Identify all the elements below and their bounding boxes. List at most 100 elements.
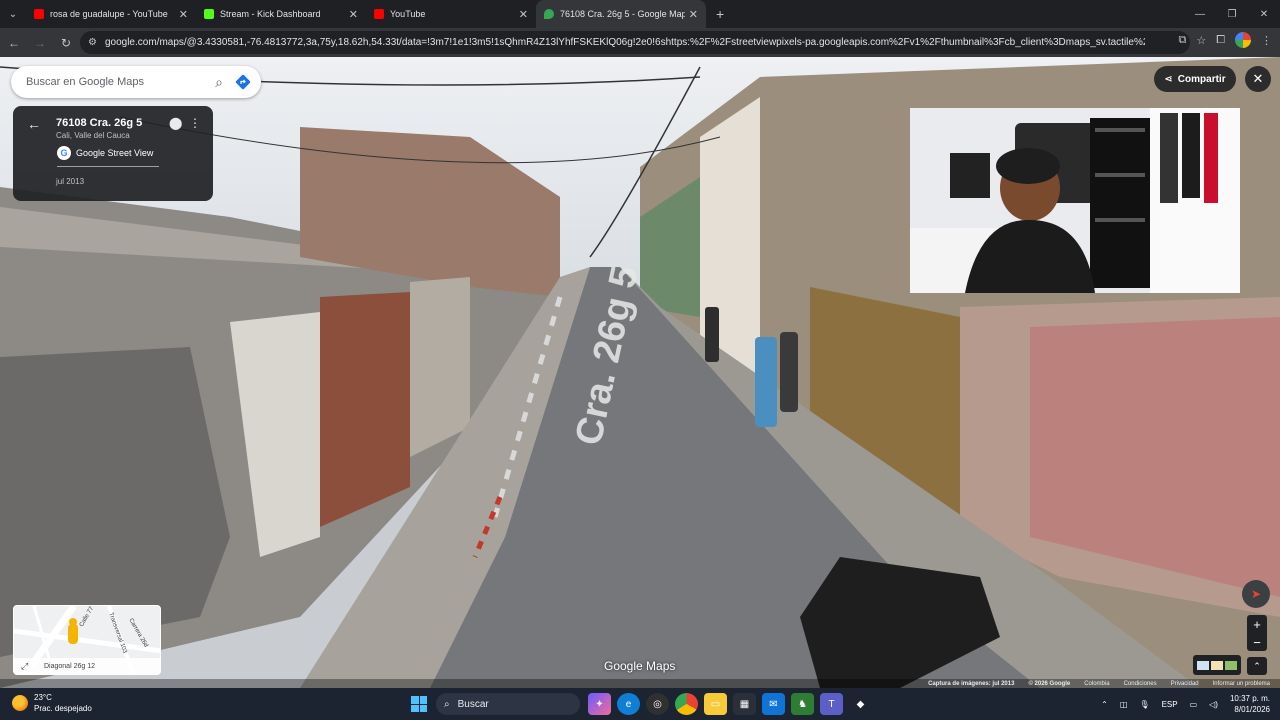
layer-thumb-icon	[1211, 660, 1223, 670]
minimap-expand-icon[interactable]: ⤢	[21, 661, 28, 672]
store-icon[interactable]: ▦	[733, 693, 756, 715]
tab-youtube[interactable]: YouTube ✕	[366, 0, 536, 28]
volume-icon[interactable]: ◁)	[1209, 700, 1218, 709]
divider	[57, 166, 159, 167]
close-street-view-icon[interactable]: ✕	[1245, 66, 1271, 92]
site-info-icon[interactable]: ⚙	[88, 37, 97, 48]
reload-icon[interactable]: ↻	[54, 31, 78, 55]
display-icon[interactable]: ▭	[1190, 700, 1198, 709]
obs-icon[interactable]: ◎	[646, 693, 669, 715]
close-tab-icon[interactable]: ✕	[179, 8, 188, 21]
maps-search-box[interactable]: Buscar en Google Maps ⌕	[11, 66, 261, 98]
tab-label: 76108 Cra. 26g 5 - Google Maps	[560, 9, 685, 19]
search-icon: ⌕	[444, 698, 450, 710]
new-tab-icon[interactable]: +	[716, 6, 724, 22]
close-tab-icon[interactable]: ✕	[349, 8, 358, 21]
minimap-label: Diagonal 26g 12	[44, 662, 95, 670]
taskbar-search-placeholder: Buscar	[457, 698, 489, 710]
capture-date[interactable]: jul 2013	[56, 177, 84, 186]
weather-widget[interactable]: 23°C Prac. despejado	[12, 692, 92, 714]
edge-icon[interactable]: e	[617, 693, 640, 715]
windows-start-icon[interactable]	[411, 696, 427, 712]
tab-google-maps[interactable]: 76108 Cra. 26g 5 - Google Maps ✕	[536, 0, 706, 28]
share-button[interactable]: ⋖ Compartir	[1154, 66, 1236, 92]
location-info-card: ← 76108 Cra. 26g 5 Cali, Valle del Cauca…	[13, 106, 213, 201]
network-icon[interactable]: ◫	[1120, 700, 1128, 709]
youtube-icon	[34, 9, 44, 19]
privacy-link[interactable]: Privacidad	[1171, 681, 1199, 687]
map-pin-icon[interactable]: ⬤	[169, 116, 182, 130]
more-options-icon[interactable]: ⋮	[189, 116, 201, 130]
copilot-icon[interactable]: ✦	[588, 693, 611, 715]
zoom-in-icon[interactable]: +	[1253, 617, 1261, 632]
country-link[interactable]: Colombia	[1084, 681, 1109, 687]
location-city: Cali, Valle del Cauca	[56, 131, 130, 140]
mini-map[interactable]: Calle 77 Transversal 103 Carrera 26d ⤢ D…	[13, 605, 161, 675]
weather-condition: Prac. despejado	[34, 704, 92, 713]
terms-link[interactable]: Condiciones	[1124, 681, 1157, 687]
extensions-icon[interactable]: ⧠	[1216, 34, 1225, 47]
weather-sun-icon	[12, 695, 28, 711]
teams-icon[interactable]: T	[820, 693, 843, 715]
street-view-panorama[interactable]: Cra. 26g 5 Buscar en Google Maps ⌕ ← 761…	[0, 57, 1280, 688]
search-placeholder[interactable]: Buscar en Google Maps	[26, 76, 215, 88]
browser-toolbar: ← → ↻ ⚙ google.com/maps/@3.4330581,-76.4…	[0, 28, 1280, 57]
install-app-icon[interactable]: ⧉	[1178, 34, 1186, 47]
file-explorer-icon[interactable]: ▭	[704, 693, 727, 715]
windows-taskbar: 23°C Prac. despejado ⌕ Buscar ✦ e ◎ ▭ ▦ …	[0, 688, 1280, 720]
search-icon[interactable]: ⌕	[215, 74, 223, 91]
layer-thumb-icon	[1197, 660, 1209, 670]
taskbar-search[interactable]: ⌕ Buscar	[436, 693, 580, 715]
share-icon: ⋖	[1164, 73, 1173, 85]
restore-icon[interactable]: ❐	[1216, 0, 1248, 28]
game-app-icon[interactable]: ♞	[791, 693, 814, 715]
back-icon[interactable]: ←	[2, 31, 26, 55]
directions-icon[interactable]	[235, 74, 251, 90]
menu-dots-icon[interactable]: ⋮	[1261, 34, 1272, 47]
imagery-date: Captura de imágenes: jul 2013	[928, 680, 1015, 687]
toolbar-right: ⧉ ☆ ⧠ ⋮	[1178, 32, 1272, 48]
source-label: Google Street View	[76, 148, 154, 158]
copyright: © 2026 Google	[1028, 680, 1071, 687]
tab-label: rosa de guadalupe - YouTube	[50, 9, 168, 19]
tab-kick-dashboard[interactable]: Stream - Kick Dashboard ✕	[196, 0, 366, 28]
url-text[interactable]: google.com/maps/@3.4330581,-76.4813772,3…	[105, 37, 1145, 48]
zoom-out-icon[interactable]: −	[1253, 635, 1261, 650]
taskbar-apps: ✦ e ◎ ▭ ▦ ✉ ♞ T ◆	[588, 693, 872, 715]
tab-label: Stream - Kick Dashboard	[220, 9, 321, 19]
tab-youtube-rosa[interactable]: rosa de guadalupe - YouTube ✕	[26, 0, 196, 28]
chrome-icon[interactable]	[675, 693, 698, 715]
close-window-icon[interactable]: ✕	[1248, 0, 1280, 28]
weather-temp: 23°C	[34, 693, 52, 702]
bookmark-star-icon[interactable]: ☆	[1196, 34, 1206, 47]
report-link[interactable]: Informar un problema	[1213, 681, 1270, 687]
forward-icon[interactable]: →	[28, 31, 52, 55]
address-bar[interactable]: ⚙ google.com/maps/@3.4330581,-76.4813772…	[80, 31, 1190, 54]
microphone-icon[interactable]: 🎙	[1139, 700, 1149, 709]
compass-icon[interactable]: ➤	[1242, 580, 1270, 608]
tray-chevron-icon[interactable]: ⌃	[1101, 700, 1108, 709]
tab-label: YouTube	[390, 9, 426, 19]
share-label: Compartir	[1177, 73, 1226, 85]
youtube-icon	[374, 9, 384, 19]
profile-avatar[interactable]	[1235, 32, 1251, 48]
maps-footer: Captura de imágenes: jul 2013 © 2026 Goo…	[0, 679, 1280, 688]
back-arrow-icon[interactable]: ←	[27, 116, 41, 132]
street-view-source: G Google Street View	[57, 146, 153, 160]
layers-button[interactable]	[1193, 655, 1241, 675]
capture-app-icon[interactable]: ◆	[849, 693, 872, 715]
location-address: 76108 Cra. 26g 5	[56, 117, 143, 129]
tab-search-chevron-icon[interactable]: ⌄	[0, 0, 26, 28]
expand-controls-icon[interactable]: ⌃	[1247, 657, 1267, 675]
clock-time: 10:37 p. m.	[1229, 694, 1270, 703]
window-controls: — ❐ ✕	[1184, 0, 1280, 28]
clock-date: 8/01/2026	[1234, 705, 1270, 714]
mail-icon[interactable]: ✉	[762, 693, 785, 715]
clock[interactable]: 10:37 p. m. 8/01/2026	[1230, 693, 1270, 715]
language-indicator[interactable]: ESP	[1162, 700, 1178, 709]
minimize-icon[interactable]: —	[1184, 0, 1216, 28]
google-logo-icon: G	[57, 146, 71, 160]
close-tab-icon[interactable]: ✕	[519, 8, 528, 21]
close-tab-icon[interactable]: ✕	[689, 8, 698, 21]
zoom-controls: + −	[1247, 615, 1267, 651]
